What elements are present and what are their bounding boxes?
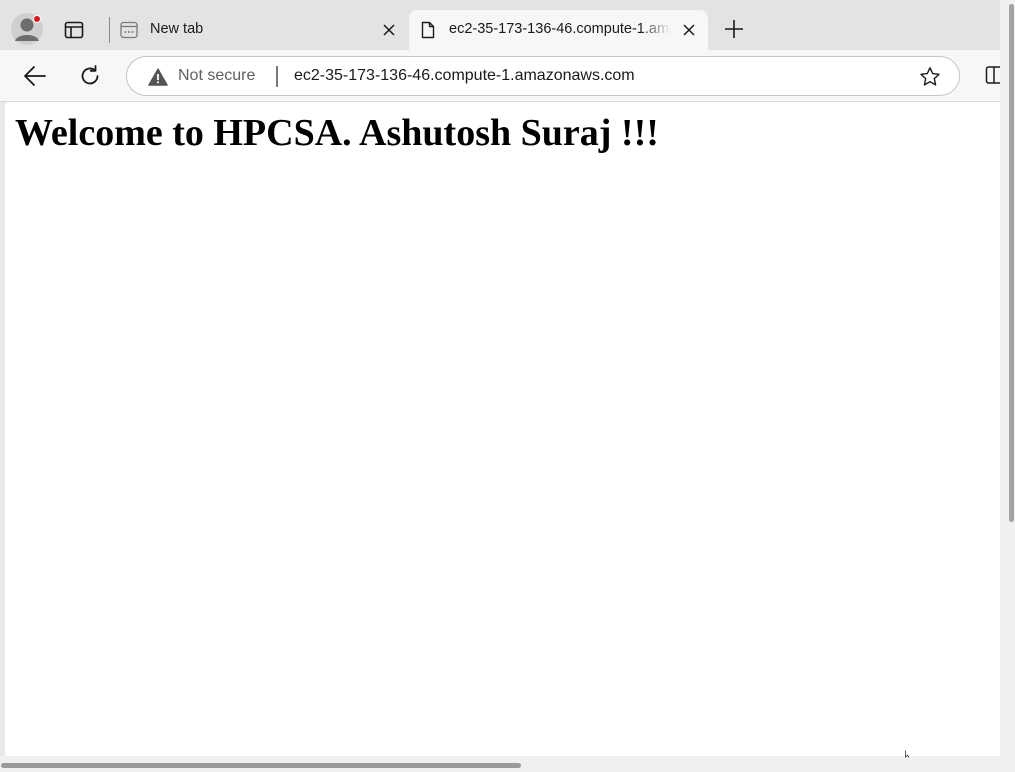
tab-title: ec2-35-173-136-46.compute-1.amazonaws.co…: [449, 21, 671, 37]
page-heading: Welcome to HPCSA. Ashutosh Suraj !!!: [15, 112, 659, 154]
reload-button[interactable]: [77, 63, 103, 89]
horizontal-scrollbar-thumb[interactable]: [1, 763, 521, 768]
close-icon[interactable]: [382, 23, 396, 37]
address-divider: [276, 66, 278, 87]
close-icon[interactable]: [682, 23, 696, 37]
vertical-scrollbar-thumb[interactable]: [1009, 4, 1014, 522]
tab-new-tab[interactable]: New tab: [112, 10, 408, 50]
url-text[interactable]: ec2-35-173-136-46.compute-1.amazonaws.co…: [294, 67, 635, 85]
navigation-toolbar: Not secure ec2-35-173-136-46.compute-1.a…: [0, 50, 1000, 102]
split-screen-button[interactable]: [985, 64, 1000, 86]
tab-actions-button[interactable]: [60, 16, 88, 44]
profile-button[interactable]: [10, 12, 44, 46]
tab-divider: [109, 17, 110, 43]
notification-badge: [33, 15, 41, 23]
split-screen-icon: [985, 66, 1000, 84]
new-tab-button[interactable]: [722, 17, 746, 41]
address-bar[interactable]: Not secure ec2-35-173-136-46.compute-1.a…: [126, 56, 960, 96]
new-tab-page-icon: [120, 21, 138, 39]
tab-strip: New tab ec2-35-173-136-46.compute-1.amaz…: [0, 0, 1000, 50]
back-button[interactable]: [22, 64, 48, 88]
tab-actions-icon: [64, 21, 84, 39]
mouse-cursor-icon: [905, 750, 910, 758]
tab-title: New tab: [150, 21, 204, 37]
warning-triangle-icon[interactable]: [148, 68, 168, 86]
page-viewport: Welcome to HPCSA. Ashutosh Suraj !!!: [5, 102, 1000, 756]
reload-icon: [81, 65, 99, 85]
security-status-label[interactable]: Not secure: [178, 67, 255, 85]
document-icon: [421, 21, 435, 39]
plus-icon: [725, 20, 743, 38]
star-icon[interactable]: [919, 66, 941, 88]
back-arrow-icon: [24, 66, 46, 86]
tab-active-page[interactable]: ec2-35-173-136-46.compute-1.amazonaws.co…: [409, 10, 708, 50]
